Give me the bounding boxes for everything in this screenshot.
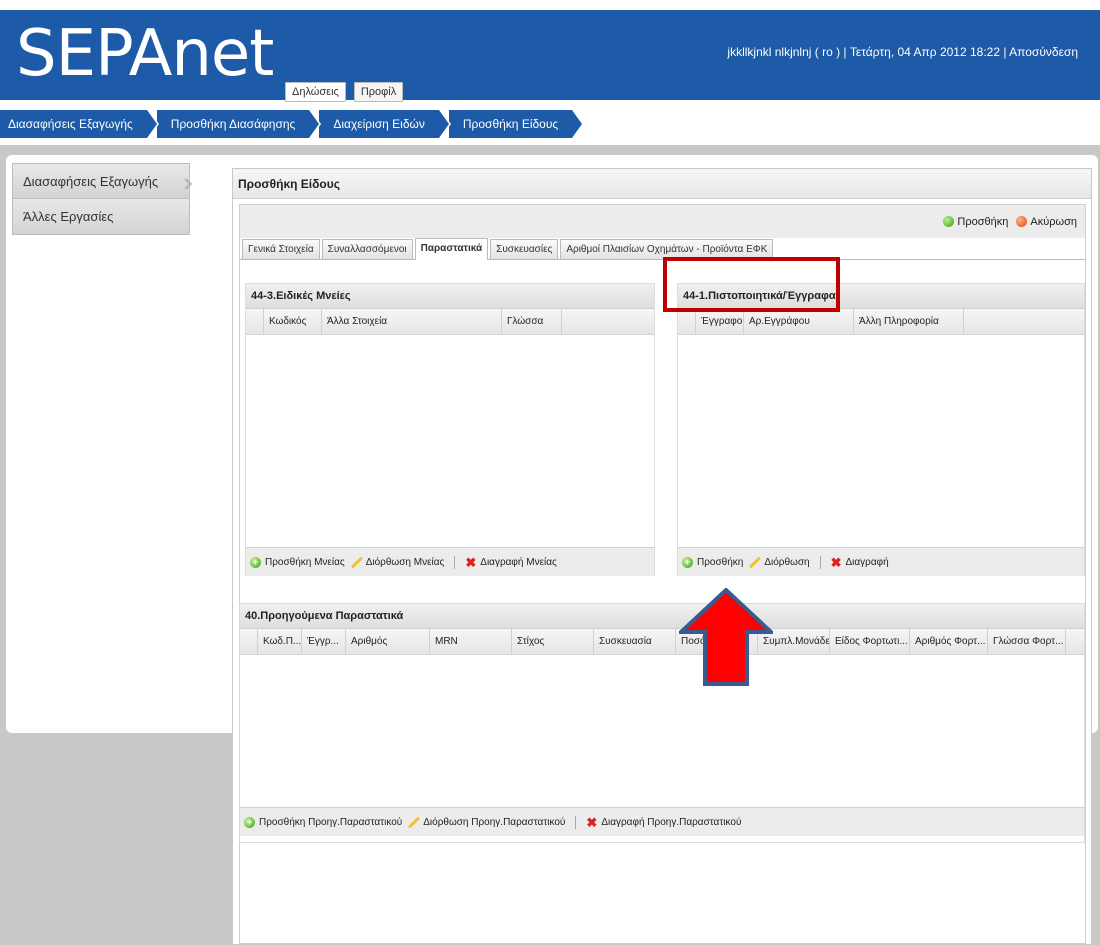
grid-title: 40.Προηγούμενα Παραστατικά — [240, 604, 1084, 629]
add-mention-button[interactable]: Προσθήκη Μνείας — [265, 557, 345, 568]
chevron-right-icon: ››› — [183, 167, 193, 197]
breadcrumb-item-manage-items[interactable]: Διαχείριση Ειδών — [319, 110, 451, 138]
column-header[interactable]: Στίχος — [512, 629, 594, 654]
grid-toolbar: + Προσθήκη Μνείας Διόρθωση Μνείας ✖ Διαγ… — [246, 547, 654, 576]
sidebar-item-other-tasks[interactable]: Άλλες Εργασίες — [12, 199, 190, 235]
user-info[interactable]: jkkllkjnkl nlkjnlnj ( ro ) | Τετάρτη, 04… — [727, 45, 1078, 59]
column-header[interactable]: Γλώσσα Φορτ... — [988, 629, 1066, 654]
column-header[interactable]: Αριθμός — [346, 629, 430, 654]
up-arrow-annotation — [679, 588, 773, 686]
add-button[interactable]: Προσθήκη — [943, 216, 1008, 228]
column-header[interactable]: Έγγρ... — [302, 629, 346, 654]
column-header[interactable]: Συσκευασία — [594, 629, 676, 654]
breadcrumb-item-add-declaration[interactable]: Προσθήκη Διασάφησης — [156, 110, 321, 138]
row-selector-column — [678, 309, 696, 334]
pencil-icon[interactable] — [747, 556, 760, 569]
add-previous-document-button[interactable]: Προσθήκη Προηγ.Παραστατικού — [259, 817, 402, 828]
tab-documents[interactable]: Παραστατικά — [414, 238, 489, 260]
add-icon[interactable]: + — [682, 556, 693, 568]
grid-toolbar: + Προσθήκη Διόρθωση ✖ Διαγραφή — [678, 547, 1084, 576]
delete-certificate-button[interactable]: Διαγραφή — [846, 557, 889, 568]
tab-packages[interactable]: Συσκευασίες — [490, 239, 559, 259]
divider — [454, 555, 456, 569]
add-certificate-button[interactable]: Προσθήκη — [697, 557, 743, 568]
divider — [819, 555, 821, 569]
sidebar-item-label: Διασαφήσεις Εξαγωγής — [23, 174, 159, 189]
column-header[interactable]: Άλλα Στοιχεία — [322, 309, 502, 334]
cancel-button[interactable]: Ακύρωση — [1016, 216, 1077, 228]
check-icon — [943, 216, 955, 227]
pencil-icon[interactable] — [406, 816, 419, 829]
column-header[interactable]: Είδος Φορτωτι... — [830, 629, 910, 654]
row-selector-column — [246, 309, 264, 334]
column-header[interactable]: Άλλη Πληροφορία — [854, 309, 964, 334]
column-header[interactable]: Έγγραφο — [696, 309, 744, 334]
pencil-icon[interactable] — [349, 556, 362, 569]
cancel-icon — [1016, 216, 1028, 227]
column-header[interactable]: Κωδικός — [264, 309, 322, 334]
edit-previous-document-button[interactable]: Διόρθωση Προηγ.Παραστατικού — [423, 817, 565, 828]
column-header[interactable]: Κωδ.Π... — [258, 629, 302, 654]
grid-title: 44-3.Ειδικές Μνείες — [246, 284, 654, 309]
column-header[interactable]: Αριθμός Φορτ... — [910, 629, 988, 654]
column-header[interactable]: Γλώσσα — [502, 309, 562, 334]
top-tabs: Δηλώσεις Προφίλ — [285, 82, 404, 102]
divider — [575, 815, 577, 829]
row-selector-column — [240, 629, 258, 654]
grid-header: Έγγραφο Αρ.Εγγράφου Άλλη Πληροφορία — [678, 309, 1084, 335]
window-title: Προσθήκη Είδους — [233, 169, 1091, 199]
certificates-grid: 44-1.Πιστοποιητικά/Έγγραφα Έγγραφο Αρ.Εγ… — [677, 283, 1085, 576]
tab-general[interactable]: Γενικά Στοιχεία — [242, 239, 320, 259]
breadcrumb: Διασαφήσεις Εξαγωγής Προσθήκη Διασάφησης… — [0, 110, 585, 138]
tab-profile[interactable]: Προφίλ — [353, 82, 404, 102]
sidebar: Διασαφήσεις Εξαγωγής ››› Άλλες Εργασίες — [12, 163, 193, 235]
tab-parties[interactable]: Συναλλασσόμενοι — [321, 239, 413, 259]
breadcrumb-item-add-item[interactable]: Προσθήκη Είδους — [448, 110, 585, 138]
highlight-box — [663, 257, 840, 312]
previous-documents-grid: 40.Προηγούμενα Παραστατικά Κωδ.Π... Έγγρ… — [239, 603, 1085, 843]
column-header[interactable]: MRN — [430, 629, 512, 654]
add-icon[interactable]: + — [244, 816, 255, 828]
column-header[interactable]: Αρ.Εγγράφου — [744, 309, 854, 334]
grid-header: Κωδ.Π... Έγγρ... Αριθμός MRN Στίχος Συσκ… — [240, 629, 1084, 655]
grid-toolbar: + Προσθήκη Προηγ.Παραστατικού Διόρθωση Π… — [240, 807, 1084, 836]
delete-mention-button[interactable]: Διαγραφή Μνείας — [480, 557, 557, 568]
delete-icon[interactable]: ✖ — [586, 816, 597, 829]
add-icon[interactable]: + — [250, 556, 261, 568]
form-action-bar: Προσθήκη Ακύρωση — [240, 205, 1085, 238]
app-header: SEPAnet Δηλώσεις Προφίλ jkkllkjnkl nlkjn… — [0, 0, 1100, 102]
edit-mention-button[interactable]: Διόρθωση Μνείας — [366, 557, 445, 568]
special-mentions-grid: 44-3.Ειδικές Μνείες Κωδικός Άλλα Στοιχεί… — [245, 283, 655, 576]
delete-previous-document-button[interactable]: Διαγραφή Προηγ.Παραστατικού — [601, 817, 741, 828]
cancel-button-label: Ακύρωση — [1030, 215, 1077, 228]
delete-icon[interactable]: ✖ — [465, 556, 476, 569]
delete-icon[interactable]: ✖ — [831, 556, 842, 569]
sidebar-item-label: Άλλες Εργασίες — [23, 209, 114, 224]
sidebar-item-export-declarations[interactable]: Διασαφήσεις Εξαγωγής ››› — [12, 163, 193, 199]
grid-header: Κωδικός Άλλα Στοιχεία Γλώσσα — [246, 309, 654, 335]
tab-declarations[interactable]: Δηλώσεις — [285, 82, 346, 102]
logo: SEPAnet — [16, 17, 274, 91]
breadcrumb-item-export-declarations[interactable]: Διασαφήσεις Εξαγωγής — [0, 110, 159, 138]
add-button-label: Προσθήκη — [957, 215, 1009, 228]
tab-vehicle-numbers[interactable]: Αριθμοί Πλαισίων Οχημάτων - Προϊόντα ΕΦΚ — [560, 239, 774, 259]
edit-certificate-button[interactable]: Διόρθωση — [764, 557, 809, 568]
